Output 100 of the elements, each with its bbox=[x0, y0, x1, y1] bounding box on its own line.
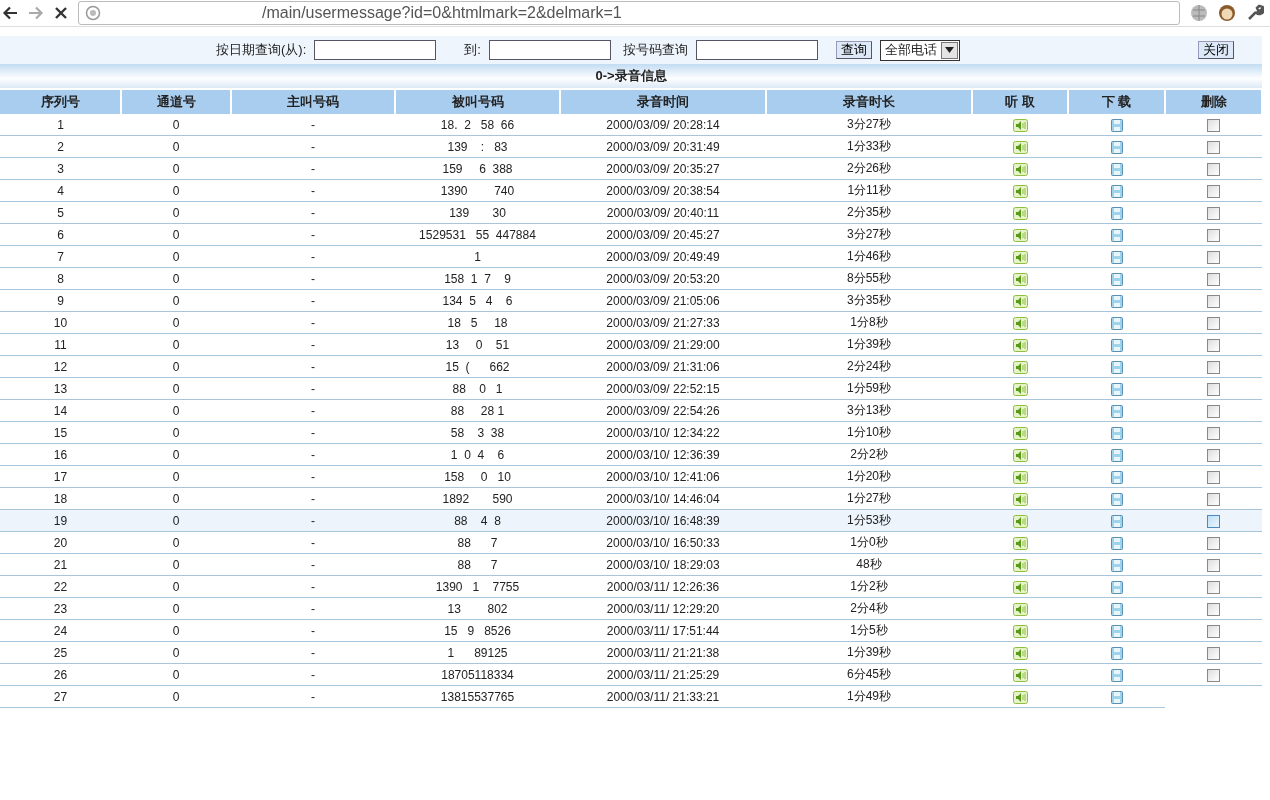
delete-checkbox[interactable] bbox=[1207, 316, 1220, 330]
table-row[interactable]: 21 0 - 88 7 2000/03/10/ 18:29:03 48秒 bbox=[0, 553, 1262, 576]
table-row[interactable]: 25 0 - 1 89125 2000/03/11/ 21:21:38 1分39秒 bbox=[0, 641, 1262, 664]
back-icon[interactable] bbox=[2, 6, 18, 20]
delete-checkbox[interactable] bbox=[1207, 140, 1220, 154]
speaker-icon[interactable] bbox=[1012, 404, 1028, 418]
speaker-icon[interactable] bbox=[1012, 294, 1028, 308]
speaker-icon[interactable] bbox=[1012, 558, 1028, 572]
speaker-icon[interactable] bbox=[1012, 602, 1028, 616]
table-row[interactable]: 16 0 - 1 0 4 6 2000/03/10/ 12:36:39 2分2秒 bbox=[0, 443, 1262, 466]
table-row[interactable]: 26 0 - 18705118334 2000/03/11/ 21:25:29 6分45秒 bbox=[0, 663, 1262, 686]
delete-checkbox[interactable] bbox=[1207, 448, 1220, 462]
speaker-icon[interactable] bbox=[1012, 514, 1028, 528]
table-row[interactable]: 7 0 - 1 2000/03/09/ 20:49:49 1分46秒 bbox=[0, 245, 1262, 268]
speaker-icon[interactable] bbox=[1012, 470, 1028, 484]
avatar-icon[interactable] bbox=[1218, 4, 1236, 22]
table-cell: 88 7 bbox=[457, 535, 498, 550]
delete-checkbox[interactable] bbox=[1207, 558, 1220, 572]
speaker-icon[interactable] bbox=[1012, 360, 1028, 374]
speaker-icon[interactable] bbox=[1012, 668, 1028, 682]
delete-checkbox[interactable] bbox=[1207, 624, 1220, 638]
delete-checkbox[interactable] bbox=[1207, 492, 1220, 506]
speaker-icon[interactable] bbox=[1012, 316, 1028, 330]
speaker-icon[interactable] bbox=[1012, 624, 1028, 638]
table-row[interactable]: 23 0 - 13 802 2000/03/11/ 12:29:20 2分4秒 bbox=[0, 597, 1262, 620]
speaker-icon[interactable] bbox=[1012, 426, 1028, 440]
delete-checkbox[interactable] bbox=[1207, 470, 1220, 484]
speaker-icon[interactable] bbox=[1012, 448, 1028, 462]
table-cell: 0 bbox=[172, 469, 180, 484]
table-row[interactable]: 5 0 - 139 30 2000/03/09/ 20:40:11 2分35秒 bbox=[0, 201, 1262, 224]
table-row[interactable]: 3 0 - 159 6 388 2000/03/09/ 20:35:27 2分26秒 bbox=[0, 157, 1262, 180]
delete-checkbox[interactable] bbox=[1207, 404, 1220, 418]
table-row[interactable]: 15 0 - 58 3 38 2000/03/10/ 12:34:22 1分10秒 bbox=[0, 421, 1262, 444]
speaker-icon[interactable] bbox=[1012, 536, 1028, 550]
table-row[interactable]: 18 0 - 1892 590 2000/03/10/ 14:46:04 1分27秒 bbox=[0, 487, 1262, 510]
table-cell: 3分13秒 bbox=[847, 403, 891, 417]
speaker-icon[interactable] bbox=[1012, 646, 1028, 660]
delete-checkbox[interactable] bbox=[1207, 228, 1220, 242]
address-bar[interactable]: /main/usermessage?id=0&htmlmark=2&delmark=1 bbox=[78, 1, 1180, 25]
speaker-icon[interactable] bbox=[1012, 580, 1028, 594]
table-row[interactable]: 1 0 - 18. 2 58 66 2000/03/09/ 20:28:14 3分27秒 bbox=[0, 114, 1262, 136]
table-row[interactable]: 24 0 - 15 9 8526 2000/03/11/ 17:51:44 1分5秒 bbox=[0, 619, 1262, 642]
speaker-icon[interactable] bbox=[1012, 162, 1028, 176]
speaker-icon[interactable] bbox=[1012, 338, 1028, 352]
delete-checkbox[interactable] bbox=[1207, 338, 1220, 352]
table-row[interactable]: 6 0 - 1529531 55 447884 2000/03/09/ 20:45:27 3分27秒 bbox=[0, 223, 1262, 246]
table-cell: 2000/03/09/ 21:29:00 bbox=[606, 337, 720, 352]
delete-checkbox[interactable] bbox=[1207, 272, 1220, 286]
table-row[interactable]: 11 0 - 13 0 51 2000/03/09/ 21:29:00 1分39秒 bbox=[0, 333, 1262, 356]
delete-checkbox[interactable] bbox=[1207, 118, 1220, 132]
delete-checkbox[interactable] bbox=[1207, 668, 1220, 682]
table-row[interactable]: 14 0 - 88 28 1 2000/03/09/ 22:54:26 3分13秒 bbox=[0, 399, 1262, 422]
table-row[interactable]: 17 0 - 158 0 10 2000/03/10/ 12:41:06 1分20秒 bbox=[0, 465, 1262, 488]
date-from-field[interactable] bbox=[314, 40, 437, 60]
table-row[interactable]: 12 0 - 15 ( 662 2000/03/09/ 21:31:06 2分24秒 bbox=[0, 355, 1262, 378]
close-icon[interactable] bbox=[54, 6, 68, 20]
table-row[interactable]: 2 0 - 139 : 83 2000/03/09/ 20:31:49 1分33秒 bbox=[0, 135, 1262, 158]
table-row[interactable]: 20 0 - 88 7 2000/03/10/ 16:50:33 1分0秒 bbox=[0, 531, 1262, 554]
delete-checkbox[interactable] bbox=[1207, 162, 1220, 176]
wrench-icon[interactable] bbox=[1246, 4, 1264, 22]
table-row[interactable]: 10 0 - 18 5 18 2000/03/09/ 21:27:33 1分8秒 bbox=[0, 311, 1262, 334]
speaker-icon[interactable] bbox=[1012, 690, 1028, 704]
close-button[interactable]: 关闭 bbox=[1198, 41, 1234, 59]
delete-checkbox[interactable] bbox=[1207, 580, 1220, 594]
table-row[interactable]: 27 0 - 13815537765 2000/03/11/ 21:33:21 1分49秒 bbox=[0, 685, 1262, 708]
table-row[interactable]: 8 0 - 158 1 7 9 2000/03/09/ 20:53:20 8分55秒 bbox=[0, 267, 1262, 290]
table-cell: 18. 2 58 66 bbox=[440, 117, 515, 132]
speaker-icon[interactable] bbox=[1012, 250, 1028, 264]
forward-icon[interactable] bbox=[28, 6, 44, 20]
speaker-icon[interactable] bbox=[1012, 492, 1028, 506]
table-cell: 5 bbox=[57, 205, 64, 220]
speaker-icon[interactable] bbox=[1012, 382, 1028, 396]
table-row[interactable]: 22 0 - 1390 1 7755 2000/03/11/ 12:26:36 1分2秒 bbox=[0, 575, 1262, 598]
delete-checkbox[interactable] bbox=[1207, 536, 1220, 550]
table-row[interactable]: 4 0 - 1390 740 2000/03/09/ 20:38:54 1分11秒 bbox=[0, 179, 1262, 202]
speaker-icon[interactable] bbox=[1012, 206, 1028, 220]
delete-checkbox[interactable] bbox=[1207, 602, 1220, 616]
delete-checkbox[interactable] bbox=[1207, 514, 1220, 528]
number-field[interactable] bbox=[695, 40, 818, 60]
call-type-select[interactable]: 全部电话 bbox=[879, 39, 960, 61]
table-row[interactable]: 19 0 - 88 4 8 2000/03/10/ 16:48:39 1分53秒 bbox=[0, 509, 1262, 532]
speaker-icon[interactable] bbox=[1012, 228, 1028, 242]
table-row[interactable]: 9 0 - 134 5 4 6 2000/03/09/ 21:05:06 3分35秒 bbox=[0, 289, 1262, 312]
delete-checkbox[interactable] bbox=[1207, 360, 1220, 374]
speaker-icon[interactable] bbox=[1012, 140, 1028, 154]
date-to-field[interactable] bbox=[488, 40, 611, 60]
delete-checkbox[interactable] bbox=[1207, 250, 1220, 264]
table-cell: 88 4 8 bbox=[454, 513, 501, 528]
delete-checkbox[interactable] bbox=[1207, 426, 1220, 440]
query-button[interactable]: 查询 bbox=[835, 41, 872, 59]
speaker-icon[interactable] bbox=[1012, 272, 1028, 286]
speaker-icon[interactable] bbox=[1012, 184, 1028, 198]
delete-checkbox[interactable] bbox=[1207, 382, 1220, 396]
delete-checkbox[interactable] bbox=[1207, 184, 1220, 198]
table-cell: 0 bbox=[172, 117, 180, 132]
speaker-icon[interactable] bbox=[1012, 118, 1028, 132]
delete-checkbox[interactable] bbox=[1207, 294, 1220, 308]
table-row[interactable]: 13 0 - 88 0 1 2000/03/09/ 22:52:15 1分59秒 bbox=[0, 377, 1262, 400]
delete-checkbox[interactable] bbox=[1207, 646, 1220, 660]
delete-checkbox[interactable] bbox=[1207, 206, 1220, 220]
